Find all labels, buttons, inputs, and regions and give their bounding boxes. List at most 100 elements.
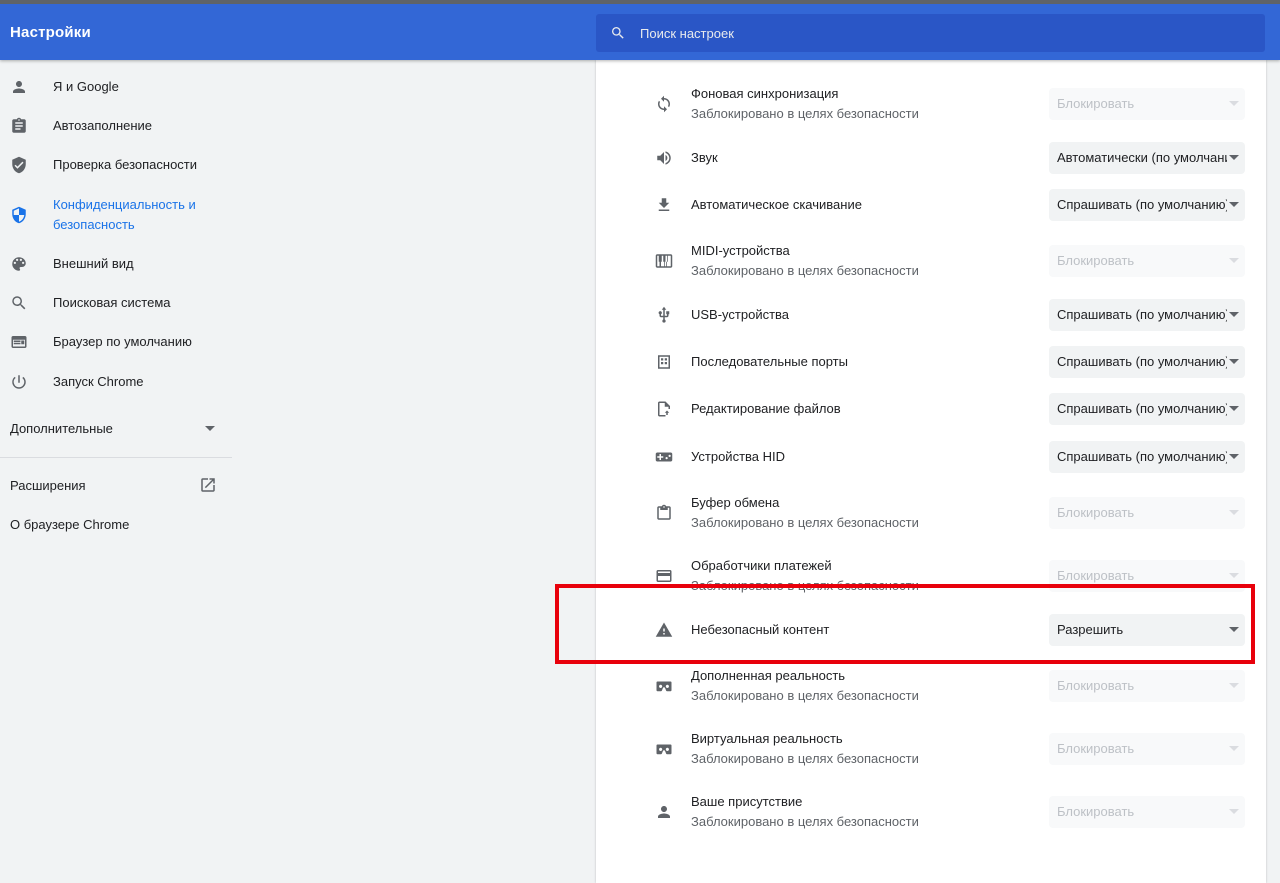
setting-subtitle: Заблокировано в целях безопасности — [691, 578, 919, 593]
setting-subtitle: Заблокировано в целях безопасности — [691, 515, 919, 530]
person-icon — [654, 802, 674, 822]
search-input[interactable] — [640, 14, 1240, 52]
sidebar-item-search-engine[interactable]: Поисковая система — [0, 293, 232, 313]
volume-icon — [654, 148, 674, 168]
header-bar: Настройки — [0, 0, 1280, 60]
sidebar-item-label: Проверка безопасности — [53, 157, 198, 172]
setting-subtitle: Заблокировано в целях безопасности — [691, 814, 919, 829]
sidebar-item-you-and-google[interactable]: Я и Google — [0, 77, 232, 97]
setting-title: Автоматическое скачивание — [691, 197, 862, 212]
dropdown-arrow-icon — [1229, 258, 1239, 263]
setting-title: Виртуальная реальность — [691, 731, 843, 746]
open-in-new-icon — [199, 476, 217, 494]
setting-select: Блокировать — [1049, 560, 1245, 592]
sidebar-item-appearance[interactable]: Внешний вид — [0, 254, 232, 274]
dropdown-arrow-icon — [1229, 683, 1239, 688]
setting-select: Блокировать — [1049, 670, 1245, 702]
advanced-section-toggle[interactable]: Дополнительные — [10, 421, 215, 436]
setting-select[interactable]: Спрашивать (по умолчанию) — [1049, 189, 1245, 221]
setting-subtitle: Заблокировано в целях безопасности — [691, 263, 919, 278]
setting-subtitle: Заблокировано в целях безопасности — [691, 751, 919, 766]
setting-row-insecure-content: Небезопасный контент Разрешить — [596, 614, 1266, 646]
dropdown-arrow-icon — [1229, 454, 1239, 459]
download-icon — [654, 195, 674, 215]
vr-headset-icon — [654, 676, 674, 696]
settings-card: Фоновая синхронизация Заблокировано в це… — [596, 60, 1266, 883]
page-title: Настройки — [10, 24, 91, 41]
setting-select[interactable]: Спрашивать (по умолчанию) — [1049, 441, 1245, 473]
setting-title: Фоновая синхронизация — [691, 86, 839, 101]
shield-icon — [10, 206, 28, 224]
dropdown-arrow-icon — [1229, 573, 1239, 578]
setting-title: Последовательные порты — [691, 354, 848, 369]
sidebar-item-label: Внешний вид — [53, 256, 134, 271]
person-icon — [10, 78, 28, 96]
setting-row-augmented-reality: Дополненная реальность Заблокировано в ц… — [596, 664, 1266, 708]
chevron-down-icon — [205, 425, 215, 432]
usb-icon — [654, 305, 674, 325]
setting-title: Звук — [691, 150, 718, 165]
setting-title: USB-устройства — [691, 307, 790, 322]
dropdown-arrow-icon — [1229, 510, 1239, 515]
setting-row-presence: Ваше присутствие Заблокировано в целях б… — [596, 790, 1266, 834]
setting-row-payment-handlers: Обработчики платежей Заблокировано в цел… — [596, 554, 1266, 598]
warning-icon — [654, 620, 674, 640]
palette-icon — [10, 255, 28, 273]
dropdown-arrow-icon — [1229, 155, 1239, 160]
sidebar-item-safety-check[interactable]: Проверка безопасности — [0, 155, 232, 175]
setting-title: Редактирование файлов — [691, 401, 841, 416]
dropdown-arrow-icon — [1229, 101, 1239, 106]
setting-row-background-sync: Фоновая синхронизация Заблокировано в це… — [596, 82, 1266, 126]
sidebar-divider — [0, 457, 232, 458]
clipboard-icon — [654, 503, 674, 523]
setting-title: Устройства HID — [691, 449, 786, 464]
sidebar-item-default-browser[interactable]: Браузер по умолчанию — [0, 332, 232, 352]
setting-row-virtual-reality: Виртуальная реальность Заблокировано в ц… — [596, 727, 1266, 771]
setting-select[interactable]: Спрашивать (по умолчанию) — [1049, 393, 1245, 425]
dropdown-arrow-icon — [1229, 627, 1239, 632]
setting-title: Небезопасный контент — [691, 622, 830, 637]
extensions-label: Расширения — [10, 477, 86, 493]
setting-select[interactable]: Спрашивать (по умолчанию) — [1049, 346, 1245, 378]
sidebar-item-label: Запуск Chrome — [53, 374, 144, 389]
dropdown-arrow-icon — [1229, 809, 1239, 814]
clipboard-list-icon — [10, 117, 28, 135]
search-box[interactable] — [596, 14, 1265, 52]
about-chrome-link[interactable]: О браузере Chrome — [10, 517, 129, 532]
serial-port-icon — [654, 352, 674, 372]
dropdown-arrow-icon — [1229, 312, 1239, 317]
sidebar: Я и Google Автозаполнение Проверка безоп… — [0, 60, 240, 883]
setting-title: Дополненная реальность — [691, 668, 846, 683]
file-edit-icon — [654, 399, 674, 419]
gamepad-icon — [654, 447, 674, 467]
setting-row-sound: Звук Автоматически (по умолчанию) — [596, 142, 1266, 174]
sidebar-item-on-startup[interactable]: Запуск Chrome — [0, 372, 232, 392]
advanced-label: Дополнительные — [10, 421, 113, 436]
setting-row-clipboard: Буфер обмена Заблокировано в целях безоп… — [596, 491, 1266, 535]
setting-title: MIDI-устройства — [691, 243, 790, 258]
setting-subtitle: Заблокировано в целях безопасности — [691, 688, 919, 703]
setting-row-hid-devices: Устройства HID Спрашивать (по умолчанию) — [596, 441, 1266, 473]
shield-check-icon — [10, 156, 28, 174]
extensions-link[interactable]: Расширения — [10, 476, 217, 494]
sidebar-item-label: Поисковая система — [53, 295, 171, 310]
search-icon — [10, 294, 28, 312]
setting-select[interactable]: Разрешить — [1049, 614, 1245, 646]
setting-row-serial-ports: Последовательные порты Спрашивать (по ум… — [596, 346, 1266, 378]
dropdown-arrow-icon — [1229, 406, 1239, 411]
browser-icon — [10, 333, 28, 351]
dropdown-arrow-icon — [1229, 202, 1239, 207]
sidebar-item-autofill[interactable]: Автозаполнение — [0, 116, 232, 136]
setting-select[interactable]: Автоматически (по умолчанию) — [1049, 142, 1245, 174]
sidebar-item-label: Браузер по умолчанию — [53, 334, 192, 349]
sidebar-item-privacy-security[interactable]: Конфиденциальность и безопасность — [0, 195, 232, 235]
setting-row-automatic-downloads: Автоматическое скачивание Спрашивать (по… — [596, 189, 1266, 221]
setting-title: Ваше присутствие — [691, 794, 803, 809]
setting-select: Блокировать — [1049, 245, 1245, 277]
setting-row-midi-devices: MIDI-устройства Заблокировано в целях бе… — [596, 239, 1266, 283]
sidebar-item-label: Я и Google — [53, 79, 119, 94]
setting-row-file-editing: Редактирование файлов Спрашивать (по умо… — [596, 393, 1266, 425]
setting-title: Обработчики платежей — [691, 558, 832, 573]
setting-title: Буфер обмена — [691, 495, 780, 510]
setting-select[interactable]: Спрашивать (по умолчанию) — [1049, 299, 1245, 331]
